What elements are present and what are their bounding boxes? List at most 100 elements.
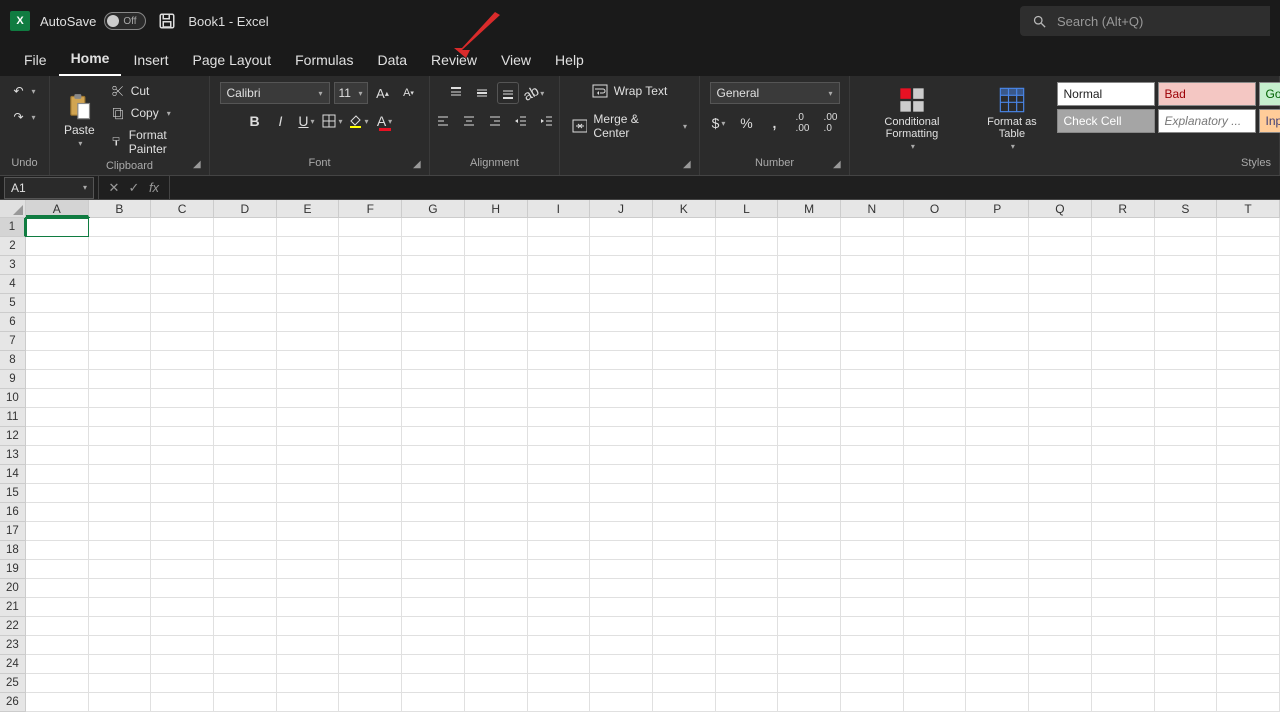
cell[interactable] <box>716 541 779 560</box>
row-header[interactable]: 7 <box>0 332 26 351</box>
cell[interactable] <box>89 522 152 541</box>
cell[interactable] <box>1092 503 1155 522</box>
tab-page-layout[interactable]: Page Layout <box>180 46 283 76</box>
cell[interactable] <box>339 408 402 427</box>
cell[interactable] <box>1217 560 1280 579</box>
redo-button[interactable]: ↷▾ <box>9 108 39 126</box>
cell[interactable] <box>590 275 653 294</box>
decrease-font-button[interactable]: A▾ <box>398 82 420 104</box>
cell[interactable] <box>89 389 152 408</box>
cell[interactable] <box>653 598 716 617</box>
italic-button[interactable]: I <box>270 110 292 132</box>
row-header[interactable]: 4 <box>0 275 26 294</box>
cell[interactable] <box>465 674 528 693</box>
cell[interactable] <box>528 598 591 617</box>
cell[interactable] <box>966 636 1029 655</box>
row-header[interactable]: 18 <box>0 541 26 560</box>
cell[interactable] <box>966 541 1029 560</box>
cell[interactable] <box>89 465 152 484</box>
cell[interactable] <box>528 408 591 427</box>
cell[interactable] <box>151 674 214 693</box>
cell[interactable] <box>1029 446 1092 465</box>
cell[interactable] <box>528 655 591 674</box>
cell[interactable] <box>528 541 591 560</box>
cell[interactable] <box>339 522 402 541</box>
cell[interactable] <box>1217 655 1280 674</box>
cell[interactable] <box>339 256 402 275</box>
cell[interactable] <box>277 313 340 332</box>
cell[interactable] <box>277 389 340 408</box>
cell[interactable] <box>904 579 967 598</box>
cell[interactable] <box>1029 218 1092 237</box>
cell[interactable] <box>528 560 591 579</box>
cell[interactable] <box>26 237 89 256</box>
cell[interactable] <box>1092 351 1155 370</box>
cell[interactable] <box>1029 256 1092 275</box>
cell[interactable] <box>904 617 967 636</box>
cell[interactable] <box>653 522 716 541</box>
cell[interactable] <box>214 674 277 693</box>
cell[interactable] <box>214 446 277 465</box>
font-color-button[interactable]: A▾ <box>374 110 396 132</box>
cell[interactable] <box>465 484 528 503</box>
cell[interactable] <box>528 503 591 522</box>
cell[interactable] <box>841 446 904 465</box>
cell[interactable] <box>1217 332 1280 351</box>
border-button[interactable]: ▾ <box>322 110 344 132</box>
cell[interactable] <box>966 389 1029 408</box>
cell[interactable] <box>1029 655 1092 674</box>
cell[interactable] <box>590 674 653 693</box>
cell[interactable] <box>778 313 841 332</box>
tab-help[interactable]: Help <box>543 46 596 76</box>
format-painter-button[interactable]: Format Painter <box>107 126 201 158</box>
cell[interactable] <box>966 446 1029 465</box>
cell[interactable] <box>1217 579 1280 598</box>
cell[interactable] <box>277 408 340 427</box>
cell[interactable] <box>653 256 716 275</box>
fill-color-button[interactable]: ▾ <box>348 110 370 132</box>
cell[interactable] <box>1155 522 1218 541</box>
cell[interactable] <box>26 389 89 408</box>
column-header[interactable]: B <box>89 200 152 217</box>
align-top-button[interactable] <box>445 82 467 104</box>
cell[interactable] <box>151 598 214 617</box>
cell[interactable] <box>1155 674 1218 693</box>
style-explanatory[interactable]: Explanatory ... <box>1158 109 1256 133</box>
cell[interactable] <box>528 389 591 408</box>
row-header[interactable]: 6 <box>0 313 26 332</box>
paste-button[interactable]: Paste▾ <box>58 91 101 150</box>
cell[interactable] <box>214 351 277 370</box>
cell[interactable] <box>841 313 904 332</box>
cell[interactable] <box>904 522 967 541</box>
cell[interactable] <box>151 636 214 655</box>
cell[interactable] <box>1217 617 1280 636</box>
cell[interactable] <box>904 446 967 465</box>
cell[interactable] <box>778 598 841 617</box>
cell[interactable] <box>841 484 904 503</box>
cell[interactable] <box>1217 522 1280 541</box>
cell[interactable] <box>89 275 152 294</box>
cell[interactable] <box>966 655 1029 674</box>
cell[interactable] <box>1217 370 1280 389</box>
cell[interactable] <box>1155 617 1218 636</box>
cell[interactable] <box>1092 636 1155 655</box>
cell[interactable] <box>89 313 152 332</box>
row-header[interactable]: 21 <box>0 598 26 617</box>
font-name-select[interactable]: Calibri▾ <box>220 82 330 104</box>
style-input[interactable]: Inp <box>1259 109 1280 133</box>
cell[interactable] <box>841 237 904 256</box>
cut-button[interactable]: Cut <box>107 82 201 100</box>
cell[interactable] <box>465 446 528 465</box>
cell[interactable] <box>904 313 967 332</box>
tab-view[interactable]: View <box>489 46 543 76</box>
column-header[interactable]: S <box>1155 200 1218 217</box>
column-header[interactable]: E <box>277 200 340 217</box>
cell[interactable] <box>339 484 402 503</box>
cell[interactable] <box>1029 465 1092 484</box>
cell[interactable] <box>339 560 402 579</box>
cell[interactable] <box>904 636 967 655</box>
cell[interactable] <box>1092 617 1155 636</box>
cell[interactable] <box>1092 655 1155 674</box>
cell[interactable] <box>214 693 277 712</box>
cell[interactable] <box>402 408 465 427</box>
